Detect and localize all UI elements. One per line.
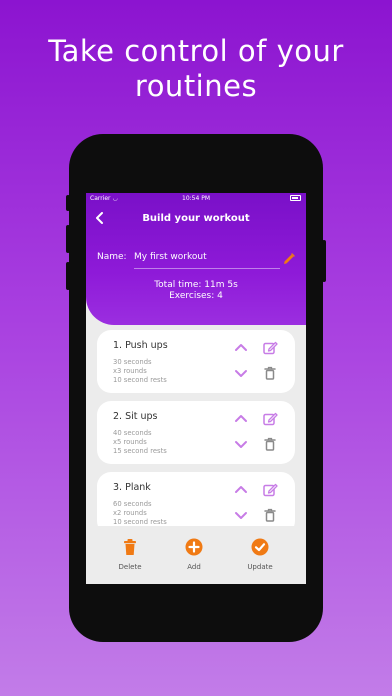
trash-icon (264, 437, 276, 451)
phone-side-button (66, 195, 70, 211)
chevron-up-icon (235, 486, 247, 493)
exercise-rounds: x5 rounds (113, 438, 147, 446)
trash-icon (124, 539, 136, 555)
exercise-duration: 60 seconds (113, 500, 152, 508)
exercise-rounds: x2 rounds (113, 509, 147, 517)
page-title: Build your workout (142, 213, 250, 224)
app-screen: Carrier ◡ 10:54 PM Build your workout Na… (86, 193, 306, 584)
battery-icon (290, 195, 301, 201)
chevron-down-icon (235, 370, 247, 377)
update-label: Update (247, 563, 273, 571)
move-up-button[interactable] (233, 411, 249, 427)
exercise-duration: 40 seconds (113, 429, 152, 437)
chevron-down-icon (235, 441, 247, 448)
workout-name-field[interactable]: My first workout (134, 252, 207, 262)
workout-header: Carrier ◡ 10:54 PM Build your workout Na… (86, 193, 306, 325)
plus-circle-icon (185, 538, 203, 556)
exercise-rests: 10 second rests (113, 376, 167, 384)
exercise-card[interactable]: 1. Push ups 30 seconds x3 rounds 10 seco… (97, 330, 295, 393)
phone-power-button (322, 240, 326, 282)
edit-icon (263, 412, 278, 426)
exercise-title: 2. Sit ups (113, 411, 158, 422)
add-exercise-button[interactable]: Add (164, 526, 224, 584)
chevron-up-icon (235, 415, 247, 422)
update-workout-button[interactable]: Update (230, 526, 290, 584)
edit-exercise-button[interactable] (262, 411, 278, 427)
name-label: Name: (97, 252, 127, 262)
total-time: Total time: 11m 5s (154, 280, 238, 290)
exercise-count: Exercises: 4 (169, 291, 223, 301)
chevron-down-icon (235, 512, 247, 519)
exercise-rounds: x3 rounds (113, 367, 147, 375)
phone-volume-down (66, 262, 70, 290)
move-up-button[interactable] (233, 340, 249, 356)
edit-icon (263, 483, 278, 497)
exercise-title: 3. Plank (113, 482, 151, 493)
delete-exercise-button[interactable] (262, 436, 278, 452)
edit-icon (263, 341, 278, 355)
exercise-rests: 15 second rests (113, 447, 167, 455)
status-time: 10:54 PM (182, 195, 210, 202)
edit-exercise-button[interactable] (262, 482, 278, 498)
delete-exercise-button[interactable] (262, 365, 278, 381)
edit-exercise-button[interactable] (262, 340, 278, 356)
delete-exercise-button[interactable] (262, 507, 278, 523)
bottom-action-bar: Delete Add Update (86, 526, 306, 584)
workout-summary: Total time: 11m 5s Exercises: 4 (86, 280, 306, 302)
headline-line-2: routines (134, 69, 258, 103)
name-field-underline (134, 268, 280, 269)
move-down-button[interactable] (233, 365, 249, 381)
delete-workout-button[interactable]: Delete (100, 526, 160, 584)
move-down-button[interactable] (233, 507, 249, 523)
check-circle-icon (251, 538, 269, 556)
edit-name-button[interactable] (283, 250, 295, 269)
chevron-up-icon (235, 344, 247, 351)
move-up-button[interactable] (233, 482, 249, 498)
headline-line-1: Take control of your (48, 34, 344, 68)
trash-icon (264, 508, 276, 522)
trash-icon (264, 366, 276, 380)
exercise-rests: 10 second rests (113, 518, 167, 526)
headline: Take control of your routines (0, 34, 392, 104)
exercise-title: 1. Push ups (113, 340, 168, 351)
status-bar: Carrier ◡ 10:54 PM (86, 193, 306, 205)
move-down-button[interactable] (233, 436, 249, 452)
pencil-icon (284, 253, 295, 264)
exercise-card[interactable]: 2. Sit ups 40 seconds x5 rounds 15 secon… (97, 401, 295, 464)
delete-label: Delete (118, 563, 142, 571)
add-label: Add (187, 563, 201, 571)
exercise-duration: 30 seconds (113, 358, 152, 366)
phone-volume-up (66, 225, 70, 253)
